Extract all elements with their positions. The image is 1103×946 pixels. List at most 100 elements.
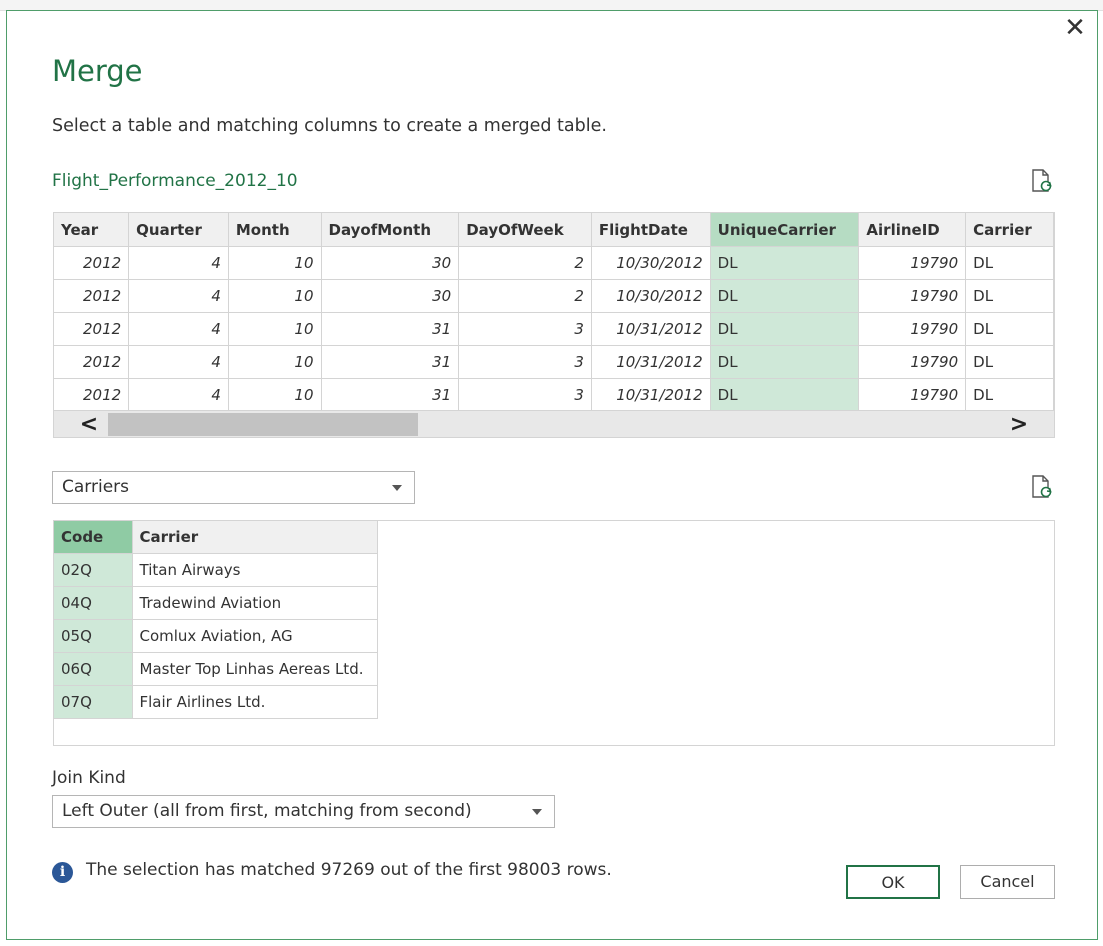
table-cell[interactable]: 3 bbox=[458, 378, 592, 412]
table-cell[interactable]: 04Q bbox=[54, 586, 133, 620]
table-cell[interactable]: 10/30/2012 bbox=[591, 279, 711, 313]
table-row: 2012 4 10 30 2 10/30/2012 DL 19790 DL bbox=[54, 246, 1054, 280]
column-header-dayofweek[interactable]: DayOfWeek bbox=[458, 213, 592, 247]
table-cell[interactable]: 10/30/2012 bbox=[591, 246, 711, 280]
column-header-carrier[interactable]: Carrier bbox=[965, 213, 1054, 247]
table-cell[interactable]: 06Q bbox=[54, 652, 133, 686]
scroll-left-icon[interactable]: < bbox=[72, 411, 106, 437]
table-row: 04Q Tradewind Aviation bbox=[54, 586, 378, 620]
table-cell[interactable]: DL bbox=[710, 312, 860, 346]
table-row: 2012 4 10 30 2 10/30/2012 DL 19790 DL bbox=[54, 279, 1054, 313]
table-cell[interactable]: DL bbox=[710, 378, 860, 412]
close-icon[interactable]: ✕ bbox=[1062, 14, 1088, 42]
table-cell[interactable]: 2 bbox=[458, 246, 592, 280]
chevron-down-icon bbox=[532, 809, 542, 815]
table-row: 07Q Flair Airlines Ltd. bbox=[54, 685, 378, 719]
join-kind-selected: Left Outer (all from first, matching fro… bbox=[62, 801, 472, 821]
table-cell[interactable]: 19790 bbox=[858, 378, 967, 412]
table-cell[interactable]: 2012 bbox=[54, 246, 130, 280]
table-cell[interactable]: 30 bbox=[321, 279, 460, 313]
table-cell[interactable]: 4 bbox=[128, 345, 229, 379]
table-cell[interactable]: 3 bbox=[458, 312, 592, 346]
refresh-preview-icon[interactable] bbox=[1031, 169, 1053, 193]
table-cell[interactable]: 31 bbox=[321, 345, 460, 379]
table-cell[interactable]: 2 bbox=[458, 279, 592, 313]
table-cell[interactable]: 4 bbox=[128, 378, 229, 412]
table-cell[interactable]: 4 bbox=[128, 246, 229, 280]
table-cell[interactable]: 10/31/2012 bbox=[591, 378, 711, 412]
table-cell[interactable]: 19790 bbox=[858, 246, 967, 280]
column-header-quarter[interactable]: Quarter bbox=[128, 213, 229, 247]
table-cell[interactable]: 2012 bbox=[54, 312, 130, 346]
table-cell[interactable]: 2012 bbox=[54, 345, 130, 379]
table-cell[interactable]: DL bbox=[965, 378, 1054, 412]
table-cell[interactable]: DL bbox=[965, 246, 1054, 280]
table-cell[interactable]: 07Q bbox=[54, 685, 133, 719]
table-cell[interactable]: DL bbox=[710, 279, 860, 313]
table-cell[interactable]: 10 bbox=[228, 378, 322, 412]
table-cell[interactable]: DL bbox=[965, 345, 1054, 379]
ok-button[interactable]: OK bbox=[846, 865, 940, 899]
first-table-name: Flight_Performance_2012_10 bbox=[52, 171, 298, 191]
horizontal-scrollbar[interactable]: < > bbox=[54, 410, 1054, 437]
scrollbar-thumb[interactable] bbox=[108, 413, 418, 436]
column-header-uniquecarrier[interactable]: UniqueCarrier bbox=[710, 213, 860, 247]
table-cell[interactable]: 19790 bbox=[858, 279, 967, 313]
table-cell[interactable]: 3 bbox=[458, 345, 592, 379]
table-cell[interactable]: 10 bbox=[228, 246, 322, 280]
table-cell[interactable]: DL bbox=[710, 345, 860, 379]
table-cell[interactable]: 10 bbox=[228, 345, 322, 379]
dialog-title: Merge bbox=[52, 54, 143, 88]
table-cell[interactable]: 31 bbox=[321, 378, 460, 412]
refresh-preview-icon[interactable] bbox=[1031, 475, 1053, 499]
scroll-right-icon[interactable]: > bbox=[1002, 411, 1036, 437]
table-cell[interactable]: Tradewind Aviation bbox=[132, 586, 378, 620]
table-cell[interactable]: 10/31/2012 bbox=[591, 345, 711, 379]
second-table-grid: Code Carrier 02Q Titan Airways 04Q Trade… bbox=[54, 521, 378, 719]
table-cell[interactable]: 4 bbox=[128, 279, 229, 313]
table-cell[interactable]: DL bbox=[710, 246, 860, 280]
column-header-airlineid[interactable]: AirlineID bbox=[858, 213, 967, 247]
table-cell[interactable]: 05Q bbox=[54, 619, 133, 653]
table-cell[interactable]: 02Q bbox=[54, 553, 133, 587]
table-cell[interactable]: 10/31/2012 bbox=[591, 312, 711, 346]
table-cell[interactable]: Titan Airways bbox=[132, 553, 378, 587]
table-cell[interactable]: DL bbox=[965, 312, 1054, 346]
second-table-dropdown[interactable]: Carriers bbox=[52, 471, 415, 504]
column-header-dayofmonth[interactable]: DayofMonth bbox=[321, 213, 460, 247]
table-cell[interactable]: DL bbox=[965, 279, 1054, 313]
match-status-text: The selection has matched 97269 out of t… bbox=[86, 860, 612, 880]
second-table-preview: Code Carrier 02Q Titan Airways 04Q Trade… bbox=[53, 520, 1055, 746]
table-cell[interactable]: 10 bbox=[228, 279, 322, 313]
table-cell[interactable]: Master Top Linhas Aereas Ltd. bbox=[132, 652, 378, 686]
table-row: 05Q Comlux Aviation, AG bbox=[54, 619, 378, 653]
table-cell[interactable]: Comlux Aviation, AG bbox=[132, 619, 378, 653]
join-kind-label: Join Kind bbox=[52, 768, 126, 788]
table-row: 02Q Titan Airways bbox=[54, 553, 378, 587]
table-cell[interactable]: 30 bbox=[321, 246, 460, 280]
dialog-subtitle: Select a table and matching columns to c… bbox=[52, 116, 607, 136]
table-row: 2012 4 10 31 3 10/31/2012 DL 19790 DL bbox=[54, 378, 1054, 412]
column-header-flightdate[interactable]: FlightDate bbox=[591, 213, 711, 247]
column-header-code[interactable]: Code bbox=[54, 521, 133, 554]
table-cell[interactable]: 19790 bbox=[858, 312, 967, 346]
table-row: 2012 4 10 31 3 10/31/2012 DL 19790 DL bbox=[54, 345, 1054, 379]
table-cell[interactable]: Flair Airlines Ltd. bbox=[132, 685, 378, 719]
table-cell[interactable]: 2012 bbox=[54, 279, 130, 313]
chevron-down-icon bbox=[392, 485, 402, 491]
first-table-preview: Year Quarter Month DayofMonth DayOfWeek … bbox=[53, 212, 1055, 438]
column-header-month[interactable]: Month bbox=[228, 213, 322, 247]
cancel-button[interactable]: Cancel bbox=[960, 865, 1055, 899]
first-table-grid: Year Quarter Month DayofMonth DayOfWeek … bbox=[54, 213, 1054, 412]
join-kind-dropdown[interactable]: Left Outer (all from first, matching fro… bbox=[52, 795, 555, 828]
column-header-carrier[interactable]: Carrier bbox=[132, 521, 378, 554]
table-cell[interactable]: 31 bbox=[321, 312, 460, 346]
info-icon: i bbox=[52, 862, 73, 883]
column-header-year[interactable]: Year bbox=[54, 213, 130, 247]
second-table-selected: Carriers bbox=[62, 477, 129, 497]
table-cell[interactable]: 4 bbox=[128, 312, 229, 346]
table-cell[interactable]: 10 bbox=[228, 312, 322, 346]
table-cell[interactable]: 2012 bbox=[54, 378, 130, 412]
table-row: 06Q Master Top Linhas Aereas Ltd. bbox=[54, 652, 378, 686]
table-cell[interactable]: 19790 bbox=[858, 345, 967, 379]
